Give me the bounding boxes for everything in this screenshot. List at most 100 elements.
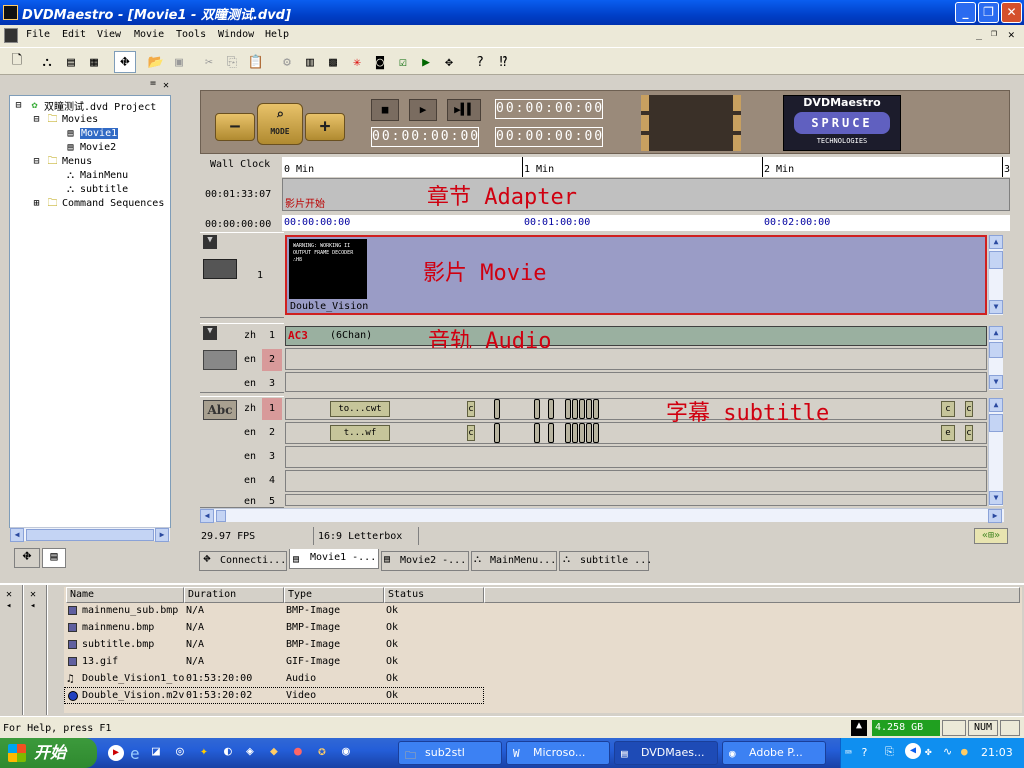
start-button[interactable]: 开始	[0, 738, 97, 768]
subtitle-event[interactable]	[586, 399, 592, 419]
panel-close-icon[interactable]: ✕	[30, 589, 36, 600]
scroll-left-icon[interactable]: ◀	[200, 509, 214, 523]
scroll-down-icon[interactable]: ▼	[989, 375, 1003, 389]
col-header-duration[interactable]: Duration	[184, 587, 284, 603]
audio-track-1[interactable]: AC3 (6Chan) 音轨 Audio	[285, 326, 987, 354]
scroll-down-icon[interactable]: ▼	[989, 300, 1003, 314]
subtitle-clip-small[interactable]: c	[965, 425, 973, 441]
col-header-name[interactable]: Name	[66, 587, 184, 603]
subtitle-event[interactable]	[548, 423, 554, 443]
scroll-thumb[interactable]	[989, 342, 1003, 358]
tree-item-mainmenu[interactable]: ⛬ MainMenu	[64, 168, 128, 182]
preview-icon[interactable]: ▶	[415, 51, 437, 73]
panel-close-icon[interactable]: ✕	[6, 589, 12, 600]
tree-hscrollbar[interactable]: ◀ ▶	[10, 527, 170, 542]
chapter-track[interactable]: 影片开始 章节 Adapter	[282, 178, 1010, 211]
panel-arrow-icon[interactable]: ◂	[6, 601, 11, 611]
tab-movie2[interactable]: Movie2 -...	[381, 551, 469, 571]
menu-help[interactable]: Help	[265, 29, 289, 40]
minimize-button[interactable]: _	[955, 2, 976, 23]
tab-mainmenu[interactable]: MainMenu...	[471, 551, 557, 571]
connections-icon[interactable]: ⛖	[114, 51, 136, 73]
mdi-close-button[interactable]: ✕	[1008, 28, 1015, 41]
back-arrow-icon[interactable]: ◀	[905, 743, 921, 759]
mdi-minimize-button[interactable]: _	[976, 29, 982, 40]
task-microsoft[interactable]: Microso...	[506, 741, 610, 765]
subtitle-event[interactable]	[572, 423, 578, 443]
subtitle-clip-small[interactable]: c	[941, 401, 955, 417]
tree-icon[interactable]: ⛬	[36, 51, 58, 73]
menu-tools[interactable]: Tools	[176, 29, 206, 40]
star-icon[interactable]: ✳	[346, 51, 368, 73]
clock[interactable]: 21:03	[981, 746, 1013, 759]
tab-connections[interactable]: Connecti...	[199, 551, 287, 571]
panel-tab-tree[interactable]: ⛖	[14, 548, 40, 568]
subtitle-event[interactable]	[572, 399, 578, 419]
subtitle-clip-small[interactable]: c	[965, 401, 973, 417]
close-button[interactable]: ✕	[1001, 2, 1022, 23]
subtitle-event[interactable]	[579, 399, 585, 419]
check-icon[interactable]: ☑	[392, 51, 414, 73]
keyboard-icon[interactable]: ⌨	[845, 746, 852, 759]
tree-item-subtitle[interactable]: ⛬ subtitle	[64, 182, 128, 196]
sound-icon[interactable]: ∿	[943, 745, 952, 758]
timeline-hscrollbar[interactable]: ◀ ▶	[200, 508, 1004, 523]
subtitle-track-2[interactable]: t...wf c e c	[285, 422, 987, 444]
collapse-triangle-icon[interactable]: ▼	[203, 326, 217, 340]
disc-icon[interactable]: ◙	[369, 51, 391, 73]
collapse-icon[interactable]: ⊟	[30, 156, 43, 167]
move-icon[interactable]: ✥	[438, 51, 460, 73]
asset-row[interactable]: mainmenu.bmp N/A BMP-Image Ok	[64, 619, 484, 636]
quicklaunch-app-icon[interactable]: ✪	[318, 744, 326, 759]
subtitle-event[interactable]	[593, 423, 599, 443]
mode-button[interactable]: ⌕ MODE	[257, 103, 303, 145]
paste-icon[interactable]: 📋	[245, 51, 267, 73]
collapse-icon[interactable]: ⊟	[30, 114, 43, 125]
subtitle-event[interactable]	[548, 399, 554, 419]
help-icon[interactable]: ?	[469, 51, 491, 73]
quicklaunch-app-icon[interactable]: ◉	[342, 744, 350, 759]
asset-row[interactable]: Double_Vision.m2v 01:53:20:02 Video Ok	[64, 687, 484, 704]
asset-row[interactable]: 13.gif N/A GIF-Image Ok	[64, 653, 484, 670]
subtitle-event[interactable]	[534, 399, 540, 419]
scroll-up-icon[interactable]: ▲	[989, 398, 1003, 412]
quicklaunch-folder-icon[interactable]: ◪	[152, 744, 160, 759]
menu-window[interactable]: Window	[218, 29, 254, 40]
scroll-up-icon[interactable]: ▲	[989, 235, 1003, 249]
scroll-thumb[interactable]	[26, 529, 154, 541]
scroll-thumb[interactable]	[989, 251, 1003, 269]
subtitle-track-1[interactable]: to...cwt c 字幕 subtitle c c	[285, 398, 987, 426]
scroll-right-icon[interactable]: ▶	[988, 509, 1002, 523]
scroll-thumb[interactable]	[216, 510, 226, 522]
tree-item-menus[interactable]: ⊟ 🗀 Menus	[30, 154, 92, 168]
quicklaunch-app-icon[interactable]: ◈	[246, 744, 254, 759]
subtitle-track-4[interactable]	[285, 470, 987, 492]
quicklaunch-app-icon[interactable]: ◐	[224, 744, 232, 759]
help-tray-icon[interactable]: ?	[861, 746, 868, 759]
col-header-status[interactable]: Status	[384, 587, 484, 603]
copy-icon[interactable]: ⎘	[221, 51, 243, 73]
scroll-down-icon[interactable]: ▼	[989, 491, 1003, 505]
video-track[interactable]: WARNING: WORKING II OUTPUT FRAME DECODER…	[285, 235, 987, 315]
context-help-icon[interactable]: ⁉	[492, 51, 514, 73]
task-dvdmaestro[interactable]: DVDMaes...	[614, 741, 718, 765]
tab-subtitle[interactable]: subtitle ...	[559, 551, 652, 571]
network-icon[interactable]: ⎘	[885, 745, 894, 759]
save-icon[interactable]: ▣	[168, 51, 190, 73]
subtitle-track-5[interactable]	[285, 494, 987, 506]
quicklaunch-ie-icon[interactable]: e	[130, 744, 140, 763]
scroll-up-icon[interactable]: ▲	[989, 326, 1003, 340]
tree-item-command-sequences[interactable]: ⊞ 🗀 Command Sequences	[30, 196, 164, 210]
tree-item-project[interactable]: ⊟ ✿ 双瞳测试.dvd Project	[12, 98, 156, 113]
quicklaunch-app-icon[interactable]: ◆	[270, 744, 278, 759]
subtitle-clip-small[interactable]: c	[467, 425, 475, 441]
restore-button[interactable]: ❐	[978, 2, 999, 23]
audio-vscrollbar[interactable]: ▲ ▼	[988, 326, 1003, 390]
mdi-restore-button[interactable]: ❐	[991, 28, 997, 39]
task-adobe[interactable]: Adobe P...	[722, 741, 826, 765]
menu-icon[interactable]: ▦	[83, 51, 105, 73]
subtitle-clip-small[interactable]: e	[941, 425, 955, 441]
play-button[interactable]: ▶	[409, 99, 437, 121]
scroll-left-icon[interactable]: ◀	[10, 528, 24, 542]
quicklaunch-app-icon[interactable]: ✦	[200, 744, 208, 759]
